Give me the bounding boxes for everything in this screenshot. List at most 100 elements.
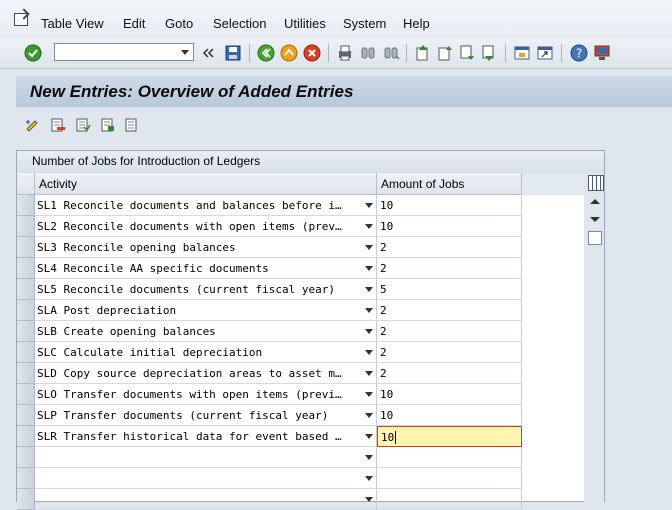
system-menu-icon[interactable] — [14, 13, 28, 26]
select-block-icon[interactable] — [100, 117, 116, 133]
command-field-dropdown-icon[interactable] — [181, 50, 189, 55]
row-select-button[interactable] — [17, 237, 35, 258]
amount-of-jobs-input[interactable]: 10 — [377, 405, 522, 426]
activity-cell[interactable] — [35, 447, 377, 468]
amount-of-jobs-input[interactable]: 5 — [377, 279, 522, 300]
amount-of-jobs-input[interactable]: 10 — [377, 384, 522, 405]
deselect-all-icon[interactable] — [124, 117, 140, 133]
activity-cell[interactable]: SL4 Reconcile AA specific documents — [35, 258, 377, 279]
activity-dropdown-icon[interactable] — [365, 266, 373, 271]
amount-of-jobs-input[interactable]: 2 — [377, 300, 522, 321]
display-change-icon[interactable] — [25, 117, 41, 133]
menu-help[interactable]: Help — [403, 16, 430, 31]
amount-of-jobs-input[interactable]: 2 — [377, 321, 522, 342]
activity-cell[interactable]: SL1 Reconcile documents and balances bef… — [35, 195, 377, 216]
row-select-button[interactable] — [17, 363, 35, 384]
activity-dropdown-icon[interactable] — [365, 308, 373, 313]
row-select-button[interactable] — [17, 447, 35, 468]
amount-of-jobs-input[interactable]: 10 — [377, 195, 522, 216]
menu-table-view[interactable]: Table View — [41, 16, 104, 31]
first-page-icon[interactable] — [414, 44, 432, 62]
activity-dropdown-icon[interactable] — [365, 203, 373, 208]
menu-goto[interactable]: Goto — [165, 16, 193, 31]
amount-of-jobs-input[interactable] — [377, 447, 522, 468]
amount-of-jobs-input[interactable] — [377, 468, 522, 489]
scroll-down-icon[interactable] — [590, 217, 600, 222]
activity-dropdown-icon[interactable] — [365, 392, 373, 397]
activity-cell[interactable] — [35, 468, 377, 489]
row-select-button[interactable] — [17, 468, 35, 489]
menu-system[interactable]: System — [343, 16, 386, 31]
column-configuration-icon[interactable] — [588, 175, 604, 191]
activity-cell[interactable]: SLP Transfer documents (current fiscal y… — [35, 405, 377, 426]
activity-dropdown-icon[interactable] — [365, 329, 373, 334]
create-session-icon[interactable] — [513, 44, 531, 62]
find-icon[interactable] — [359, 44, 377, 62]
row-select-button[interactable] — [17, 384, 35, 405]
amount-of-jobs-input[interactable]: 10 — [377, 216, 522, 237]
row-select-button[interactable] — [17, 195, 35, 216]
column-header-activity[interactable]: Activity — [35, 173, 377, 195]
activity-cell[interactable]: SLA Post depreciation — [35, 300, 377, 321]
amount-of-jobs-input[interactable]: 2 — [377, 237, 522, 258]
help-icon[interactable]: ? — [570, 44, 588, 62]
menu-selection[interactable]: Selection — [213, 16, 266, 31]
customize-layout-icon[interactable] — [593, 44, 611, 62]
print-icon[interactable] — [336, 44, 354, 62]
activity-cell[interactable]: SLO Transfer documents with open items (… — [35, 384, 377, 405]
activity-dropdown-icon[interactable] — [365, 434, 373, 439]
activity-dropdown-icon[interactable] — [365, 224, 373, 229]
row-select-button[interactable] — [17, 489, 35, 510]
save-icon[interactable] — [224, 44, 242, 62]
row-select-button[interactable] — [17, 216, 35, 237]
enter-check-icon[interactable] — [24, 44, 42, 62]
activity-cell[interactable]: SL5 Reconcile documents (current fiscal … — [35, 279, 377, 300]
row-select-button[interactable] — [17, 258, 35, 279]
activity-dropdown-icon[interactable] — [365, 455, 373, 460]
amount-of-jobs-input[interactable]: 2 — [377, 258, 522, 279]
amount-of-jobs-input[interactable] — [377, 489, 522, 510]
row-select-button[interactable] — [17, 342, 35, 363]
scroll-up-icon[interactable] — [590, 199, 600, 204]
activity-cell[interactable]: SLR Transfer historical data for event b… — [35, 426, 377, 447]
row-select-button[interactable] — [17, 300, 35, 321]
next-page-icon[interactable] — [458, 44, 476, 62]
row-select-button[interactable] — [17, 405, 35, 426]
row-select-button[interactable] — [17, 426, 35, 447]
row-select-button[interactable] — [17, 321, 35, 342]
menu-utilities[interactable]: Utilities — [284, 16, 326, 31]
activity-cell[interactable]: SLB Create opening balances — [35, 321, 377, 342]
select-all-icon[interactable] — [75, 117, 91, 133]
find-next-icon[interactable] — [382, 44, 400, 62]
activity-cell[interactable]: SLD Copy source depreciation areas to as… — [35, 363, 377, 384]
collapse-icon[interactable] — [202, 44, 214, 62]
exit-icon[interactable] — [280, 44, 298, 62]
amount-of-jobs-input[interactable]: 2 — [377, 342, 522, 363]
last-page-icon[interactable] — [480, 44, 498, 62]
activity-dropdown-icon[interactable] — [365, 350, 373, 355]
menu-edit[interactable]: Edit — [123, 16, 145, 31]
activity-dropdown-icon[interactable] — [365, 413, 373, 418]
cancel-icon[interactable] — [303, 44, 321, 62]
previous-page-icon[interactable] — [436, 44, 454, 62]
scroll-thumb[interactable] — [588, 231, 602, 245]
activity-dropdown-icon[interactable] — [365, 287, 373, 292]
activity-dropdown-icon[interactable] — [365, 245, 373, 250]
amount-of-jobs-input[interactable]: 10 — [377, 426, 522, 447]
activity-dropdown-icon[interactable] — [365, 371, 373, 376]
delete-icon[interactable] — [50, 117, 66, 133]
activity-cell[interactable] — [35, 489, 377, 510]
shortcut-icon[interactable] — [536, 44, 554, 62]
select-all-rows-button[interactable] — [17, 173, 35, 195]
row-select-button[interactable] — [17, 279, 35, 300]
command-field[interactable] — [54, 43, 194, 61]
column-header-amount[interactable]: Amount of Jobs — [377, 173, 522, 195]
activity-dropdown-icon[interactable] — [365, 476, 373, 481]
activity-cell[interactable]: SL3 Reconcile opening balances — [35, 237, 377, 258]
amount-of-jobs-input[interactable]: 2 — [377, 363, 522, 384]
activity-value: SL5 Reconcile documents (current fiscal … — [37, 283, 336, 296]
activity-cell[interactable]: SL2 Reconcile documents with open items … — [35, 216, 377, 237]
activity-dropdown-icon[interactable] — [365, 497, 373, 502]
back-icon[interactable] — [257, 44, 275, 62]
activity-cell[interactable]: SLC Calculate initial depreciation — [35, 342, 377, 363]
